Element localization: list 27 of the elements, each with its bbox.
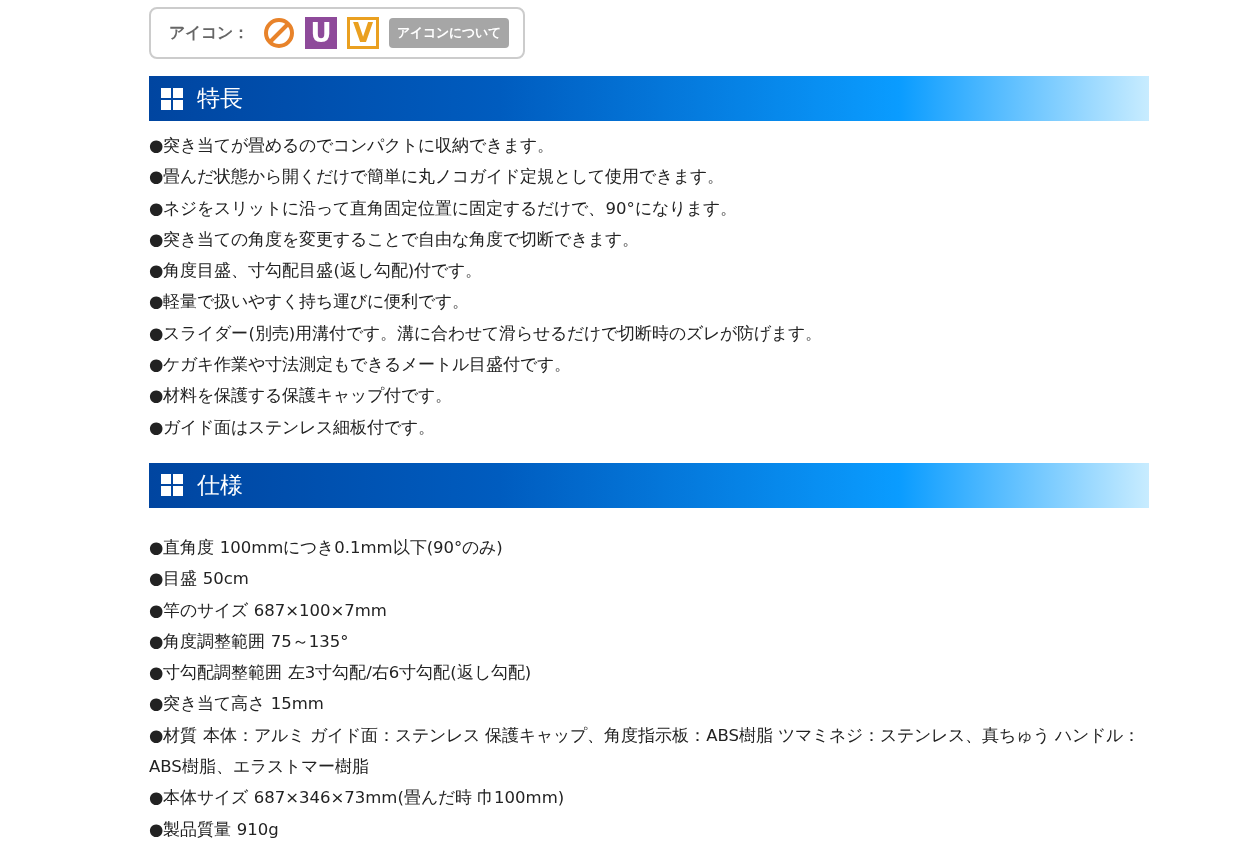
- list-item: ●目盛 50cm: [149, 568, 250, 591]
- list-item: ●材質 本体：アルミ ガイド面：ステンレス 保護キャップ、角度指示板：ABS樹脂 ツマミネジ：ステンレス、真ちゅう ハンドル：ABS樹脂、エラストマー樹脂: [149, 724, 1142, 779]
- list-item: ●畳んだ状態から開くだけで簡単に丸ノコガイド定規として使用できます。: [149, 166, 726, 189]
- list-item: ●ケガキ作業や寸法測定もできるメートル目盛付です。: [149, 354, 573, 377]
- list-item: ●角度調整範囲 75～135°: [149, 630, 350, 653]
- section-title: 特長: [197, 84, 243, 113]
- about-icons-button[interactable]: アイコンについて: [389, 18, 509, 48]
- letter-icon: V: [347, 17, 379, 49]
- list-item: ●突き当ての角度を変更することで自由な角度で切断できます。: [149, 228, 641, 251]
- list-item: ●突き当て高さ 15mm: [149, 693, 325, 716]
- section-title: 仕様: [197, 470, 243, 500]
- letter-icon: U: [305, 17, 337, 49]
- list-item: ●軽量で扱いやすく持ち運びに便利です。: [149, 291, 471, 314]
- list-item: ●直角度 100mmにつき0.1mm以下(90°のみ): [149, 536, 504, 559]
- list-item: ●ガイド面はステンレス細板付です。: [149, 416, 437, 439]
- list-item: ●寸勾配調整範囲 左3寸勾配/右6寸勾配(返し勾配): [149, 662, 533, 685]
- list-item: ●スライダー(別売)用溝付です。溝に合わせて滑らせるだけで切断時のズレが防げます。: [149, 322, 824, 345]
- list-item: ●ネジをスリットに沿って直角固定位置に固定するだけで、90°になります。: [149, 197, 738, 220]
- list-item: ●本体サイズ 687×346×73mm(畳んだ時 巾100mm): [149, 787, 566, 810]
- list-item: ●竿のサイズ 687×100×7mm: [149, 599, 388, 622]
- list-item: ●製品質量 910g: [149, 818, 280, 841]
- grid-icon: [161, 87, 183, 110]
- list-item: ●突き当てが畳めるのでコンパクトに収納できます。: [149, 135, 556, 157]
- legend-label: アイコン：: [169, 22, 249, 44]
- list-item: ●材料を保護する保護キャップ付です。: [149, 385, 454, 408]
- grid-icon: [161, 474, 183, 497]
- list-item: ●角度目盛、寸勾配目盛(返し勾配)付です。: [149, 260, 484, 283]
